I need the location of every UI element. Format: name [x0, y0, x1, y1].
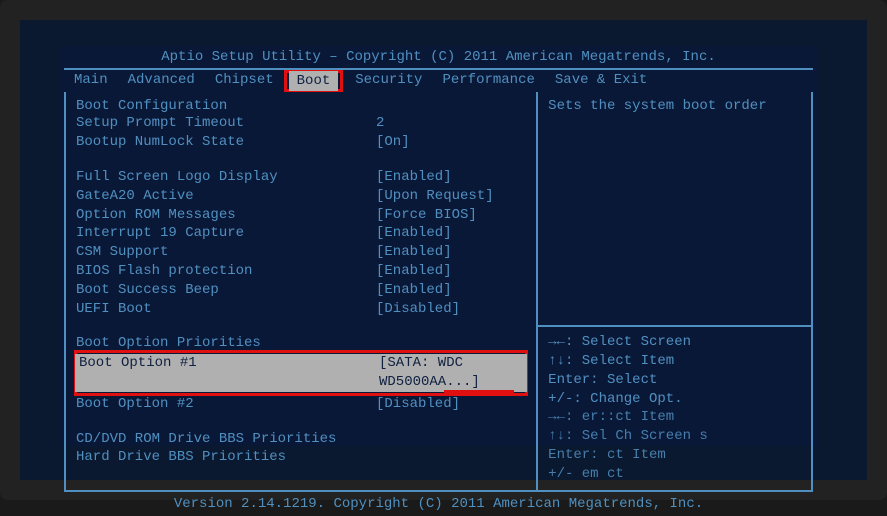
- setting-label: Full Screen Logo Display: [76, 168, 376, 187]
- setting-value: [Enabled]: [376, 224, 526, 243]
- setting-value: [SATA: WDC WD5000AA...]: [379, 354, 523, 392]
- help-text: Sets the system boot order: [538, 92, 811, 327]
- setting-interrupt19[interactable]: Interrupt 19 Capture [Enabled]: [76, 224, 526, 243]
- key-garbled-1: →←: er::ct Item: [548, 408, 801, 427]
- tab-chipset[interactable]: Chipset: [207, 70, 282, 92]
- setting-uefi-boot[interactable]: UEFI Boot [Disabled]: [76, 300, 526, 319]
- setting-label: Option ROM Messages: [76, 206, 376, 225]
- tab-boot-highlight: Boot: [284, 70, 344, 92]
- key-change-opt: +/-: Change Opt.: [548, 390, 801, 409]
- setting-label: GateA20 Active: [76, 187, 376, 206]
- setting-value: [Force BIOS]: [376, 206, 526, 225]
- setting-label: Bootup NumLock State: [76, 133, 376, 152]
- tab-bar: Main Advanced Chipset Boot Security Perf…: [60, 70, 817, 92]
- setting-value: [Enabled]: [376, 168, 526, 187]
- setting-label: CSM Support: [76, 243, 376, 262]
- setting-full-screen-logo[interactable]: Full Screen Logo Display [Enabled]: [76, 168, 526, 187]
- key-legend: →←: Select Screen ↑↓: Select Item Enter:…: [538, 327, 811, 490]
- tab-security[interactable]: Security: [347, 70, 430, 92]
- key-garbled-4: +/- em ct: [548, 465, 801, 484]
- setting-value: [Enabled]: [376, 243, 526, 262]
- tab-advanced[interactable]: Advanced: [120, 70, 203, 92]
- tab-performance[interactable]: Performance: [434, 70, 542, 92]
- key-select-item: ↑↓: Select Item: [548, 352, 801, 371]
- setting-label: Setup Prompt Timeout: [76, 114, 376, 133]
- setting-value: 2: [376, 114, 526, 133]
- setting-value: [Disabled]: [376, 300, 526, 319]
- setting-value: [Enabled]: [376, 262, 526, 281]
- key-garbled-2: ↑↓: Sel Ch Screen s: [548, 427, 801, 446]
- setting-csm-support[interactable]: CSM Support [Enabled]: [76, 243, 526, 262]
- submenu-label: CD/DVD ROM Drive BBS Priorities: [76, 430, 376, 449]
- bios-title: Aptio Setup Utility – Copyright (C) 2011…: [60, 46, 817, 68]
- setting-label: Boot Option #1: [79, 354, 379, 392]
- help-pane: Sets the system boot order →←: Select Sc…: [538, 92, 811, 490]
- boot-option-1-highlight: Boot Option #1 [SATA: WDC WD5000AA...]: [74, 350, 528, 396]
- setting-value: [Upon Request]: [376, 187, 526, 206]
- key-garbled-3: Enter: ct Item: [548, 446, 801, 465]
- main-area: Boot Configuration Setup Prompt Timeout …: [64, 92, 813, 492]
- boot-config-heading: Boot Configuration: [76, 98, 526, 114]
- submenu-hdd-bbs[interactable]: Hard Drive BBS Priorities: [76, 448, 526, 467]
- key-select-screen: →←: Select Screen: [548, 333, 801, 352]
- setting-label: BIOS Flash protection: [76, 262, 376, 281]
- setting-bootup-numlock[interactable]: Bootup NumLock State [On]: [76, 133, 526, 152]
- setting-label: Boot Option #2: [76, 395, 376, 414]
- setting-bios-flash-protection[interactable]: BIOS Flash protection [Enabled]: [76, 262, 526, 281]
- setting-option-rom[interactable]: Option ROM Messages [Force BIOS]: [76, 206, 526, 225]
- red-underline-annotation: [444, 390, 514, 393]
- setting-value: [On]: [376, 133, 526, 152]
- setting-value: [Disabled]: [376, 395, 526, 414]
- bios-footer: Version 2.14.1219. Copyright (C) 2011 Am…: [60, 492, 817, 516]
- setting-label: UEFI Boot: [76, 300, 376, 319]
- setting-label: Boot Success Beep: [76, 281, 376, 300]
- setting-boot-success-beep[interactable]: Boot Success Beep [Enabled]: [76, 281, 526, 300]
- submenu-label: Hard Drive BBS Priorities: [76, 448, 376, 467]
- setting-value: [Enabled]: [376, 281, 526, 300]
- tab-boot[interactable]: Boot: [289, 71, 339, 91]
- setting-gatea20[interactable]: GateA20 Active [Upon Request]: [76, 187, 526, 206]
- key-enter-select: Enter: Select: [548, 371, 801, 390]
- settings-pane: Boot Configuration Setup Prompt Timeout …: [66, 92, 538, 490]
- boot-priorities-heading: Boot Option Priorities: [76, 335, 526, 351]
- tab-save-exit[interactable]: Save & Exit: [547, 70, 655, 92]
- setting-boot-option-2[interactable]: Boot Option #2 [Disabled]: [76, 395, 526, 414]
- setting-boot-option-1[interactable]: Boot Option #1 [SATA: WDC WD5000AA...]: [75, 354, 527, 392]
- setting-setup-prompt-timeout[interactable]: Setup Prompt Timeout 2: [76, 114, 526, 133]
- setting-label: Interrupt 19 Capture: [76, 224, 376, 243]
- submenu-cddvd-bbs[interactable]: CD/DVD ROM Drive BBS Priorities: [76, 430, 526, 449]
- tab-main[interactable]: Main: [66, 70, 116, 92]
